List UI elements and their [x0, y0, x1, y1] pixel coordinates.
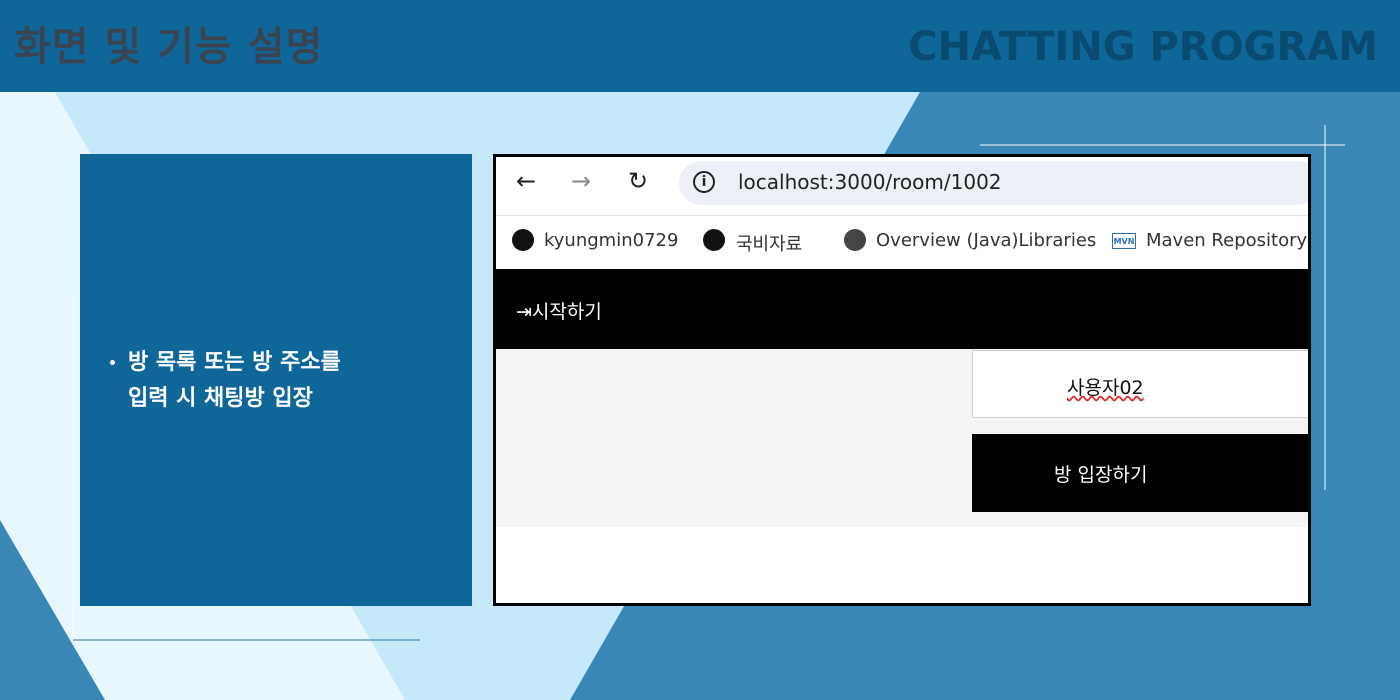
bookmarks-bar: kyungmin0729 국비자료 Overview (Java)Librari… [496, 215, 1308, 269]
start-link[interactable]: ⇥시작하기 [516, 297, 602, 324]
username-field[interactable]: 사용자02 [972, 350, 1308, 418]
start-label: 시작하기 [531, 301, 602, 323]
description-bullet: 방 목록 또는 방 주소를 입력 시 채팅방 입장 [110, 345, 440, 417]
enter-room-button[interactable]: 방 입장하기 [972, 434, 1308, 512]
description-line-1: 방 목록 또는 방 주소를 [128, 350, 341, 375]
bookmark-kyungmin[interactable]: kyungmin0729 [544, 230, 678, 251]
browser-toolbar: ← → ↻ i localhost:3000/room/1002 [496, 157, 1308, 213]
github-icon [703, 229, 725, 251]
mvn-icon: MVN [1112, 233, 1136, 249]
brand-title: CHATTING PROGRAM [908, 24, 1378, 70]
browser-screenshot: ← → ↻ i localhost:3000/room/1002 kyungmi… [493, 154, 1311, 606]
login-arrow-icon: ⇥ [516, 301, 532, 323]
globe-icon [844, 229, 866, 251]
bookmark-overview[interactable]: Overview (Java)Libraries [876, 230, 1096, 251]
bookmark-maven[interactable]: Maven Repository [1146, 230, 1307, 251]
github-icon [512, 229, 534, 251]
forward-arrow-icon[interactable]: → [571, 167, 591, 195]
slide-title: 화면 및 기능 설명 [14, 24, 324, 70]
username-value: 사용자02 [1067, 377, 1144, 399]
info-icon[interactable]: i [693, 171, 715, 193]
enter-room-label: 방 입장하기 [1054, 464, 1148, 486]
bullet-dot-icon [110, 360, 115, 365]
description-line-2: 입력 시 채팅방 입장 [128, 386, 313, 411]
back-arrow-icon[interactable]: ← [516, 167, 536, 195]
bookmark-gukbi[interactable]: 국비자료 [736, 230, 802, 256]
url-text[interactable]: localhost:3000/room/1002 [738, 170, 1002, 194]
app-navbar: ⇥시작하기 [496, 269, 1308, 349]
reload-icon[interactable]: ↻ [628, 167, 648, 195]
